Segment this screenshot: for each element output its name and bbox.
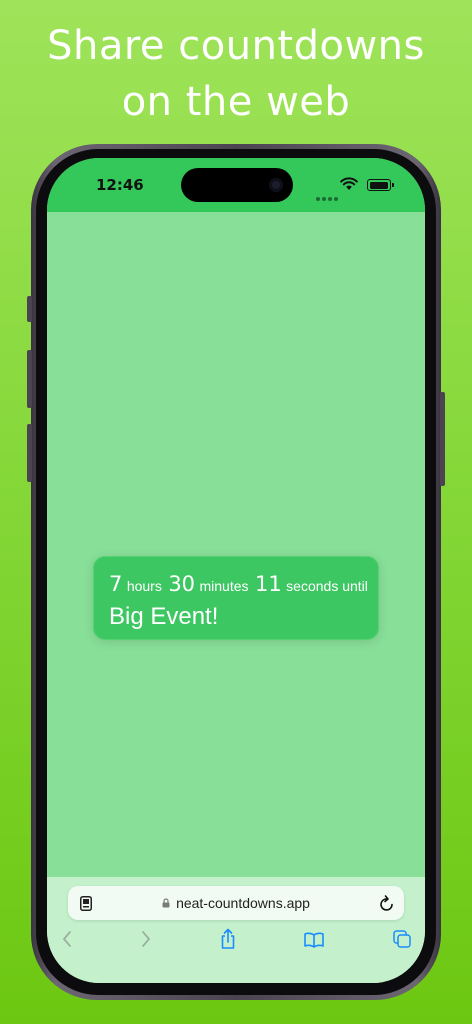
seconds-label: seconds until [286, 578, 368, 594]
headline-line-1: Share countdowns [47, 23, 425, 69]
forward-icon[interactable] [140, 930, 152, 948]
address-bar[interactable]: neat-countdowns.app [68, 886, 404, 920]
bookmarks-icon[interactable] [304, 932, 324, 948]
hours-label: hours [126, 578, 162, 594]
volume-down-button [27, 424, 32, 482]
share-icon[interactable] [219, 928, 237, 950]
wifi-icon [340, 177, 358, 190]
lock-icon [162, 898, 170, 908]
url-field[interactable]: neat-countdowns.app [68, 886, 404, 920]
status-bar: 12:46 [47, 158, 425, 212]
minutes-label: minutes [199, 578, 249, 594]
dynamic-island [181, 168, 293, 202]
event-name: Big Event! [109, 603, 219, 630]
seconds-value: 11 [254, 572, 282, 596]
web-content: 7 hours 30 minutes 11 seconds until Big … [47, 212, 425, 877]
hours-value: 7 [109, 572, 123, 596]
reload-icon[interactable] [379, 894, 395, 912]
power-button [440, 392, 445, 486]
tabs-icon[interactable] [393, 930, 411, 948]
countdown-line: 7 hours 30 minutes 11 seconds until [109, 571, 378, 600]
browser-toolbar: neat-countdowns.app [47, 877, 425, 983]
volume-up-button [27, 350, 32, 408]
headline-line-2: on the web [121, 79, 351, 125]
phone-screen: 12:46 7 hours 30 minutes 11 seconds unti… [47, 158, 425, 983]
silent-switch [27, 296, 32, 322]
minutes-value: 30 [168, 572, 196, 596]
status-time: 12:46 [96, 176, 144, 194]
back-icon[interactable] [61, 930, 73, 948]
url-text: neat-countdowns.app [176, 895, 310, 911]
countdown-card: 7 hours 30 minutes 11 seconds until Big … [93, 556, 379, 640]
cellular-signal-icon [316, 188, 340, 206]
camera-icon [269, 178, 283, 192]
battery-icon [367, 179, 394, 191]
promo-headline: Share countdowns on the web [0, 18, 472, 130]
